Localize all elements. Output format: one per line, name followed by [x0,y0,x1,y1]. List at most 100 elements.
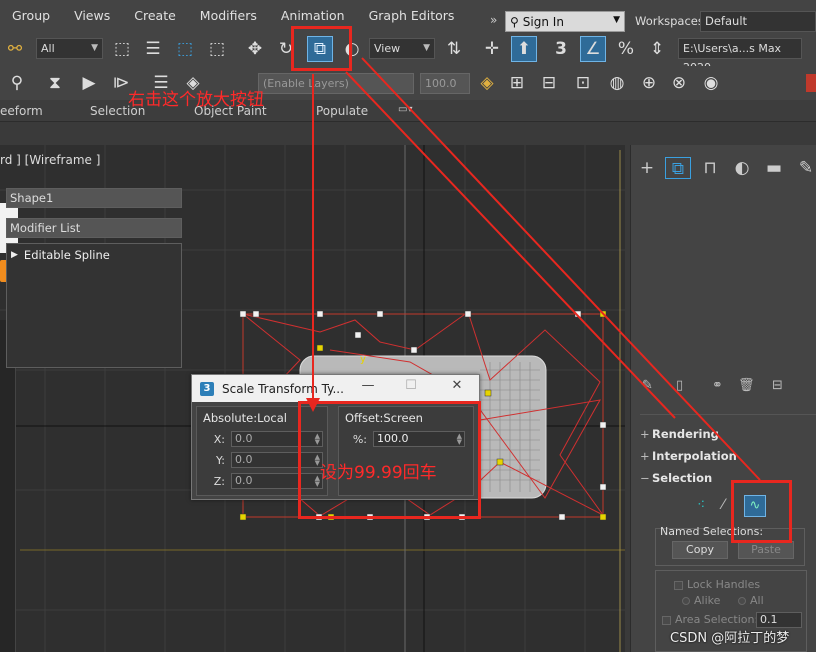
hierarchy-tab-icon[interactable]: ⊓ [697,157,723,179]
left-panel-strip [0,320,16,652]
lock-handles-checkbox[interactable] [674,580,683,590]
scene-explorer-icon[interactable]: ⚲ [4,70,30,96]
align-icon[interactable]: ▶ [76,70,102,96]
menu-graph-editors[interactable]: Graph Editors [357,0,467,32]
layer-value: 100.0 [425,77,457,90]
configure-sets-icon[interactable]: ⊟ [772,378,783,393]
workspaces-dropdown[interactable]: Default [700,11,816,32]
layer-dropdown[interactable]: (Enable Layers) [258,73,414,94]
place-icon[interactable]: ◐ [339,36,365,62]
area-selection-checkbox[interactable] [662,615,671,625]
select-by-name-icon[interactable]: ☰ [140,36,166,62]
object-name-field[interactable]: Shape1 [6,188,182,208]
modifier-stack: ▶ Editable Spline [6,243,182,368]
layer-props-icon[interactable]: ⊕ [636,70,662,96]
spinner-snap-icon[interactable]: ⇕ [644,36,670,62]
menu-group[interactable]: Group [0,0,62,32]
x-value: 0.0 [235,432,253,445]
select-manipulate-icon[interactable]: ✛ [479,36,505,62]
delete-layer-icon[interactable]: ⊟ [536,70,562,96]
vertex-mode-icon[interactable]: ⁖ [697,497,705,513]
close-button[interactable]: ✕ [446,378,468,393]
workspaces-label: Workspaces: [635,14,708,28]
window-crossing-icon[interactable]: ⬚ [204,36,230,62]
selection-filter-dropdown[interactable]: All ▼ [36,38,103,59]
x-spinner[interactable]: 0.0 ▲ ▼ [231,431,323,447]
viewport-label[interactable]: rd ] [Wireframe ] [0,153,100,167]
percent-value: 100.0 [377,432,409,445]
percent-spinner[interactable]: 100.0 ▲ ▼ [373,431,465,447]
reference-coordinate-value: View [374,42,401,55]
ribbon-options-icon[interactable]: ▭▾ [398,104,412,115]
rollout-interpolation[interactable]: + Interpolation [640,447,816,465]
spinner-arrows-icon[interactable]: ▲ ▼ [315,433,320,446]
snaps-toggle-icon[interactable]: 3 [548,36,574,62]
modify-tab-icon[interactable]: ⧉ [665,157,691,179]
motion-tab-icon[interactable]: ◐ [729,157,755,179]
percent-label: %: [352,432,367,446]
keyboard-shortcut-override-icon[interactable]: ⬆ [511,36,537,62]
bind-icon[interactable]: ⚯ [2,36,28,62]
ribbon-tab-populate[interactable]: Populate [316,104,368,118]
radio-icon [738,597,746,605]
maximize-button[interactable]: ☐ [400,378,422,393]
rollout-selection[interactable]: − Selection [640,469,816,487]
mirror-icon[interactable]: ⧗ [42,70,68,96]
secondary-toolbar: ⚲ ⧗ ▶ ⧐ ☰ ◈ (Enable Layers) 100.0 ◈ ⊞ ⊟ … [0,66,816,100]
z-label: Z: [213,474,225,488]
reference-coordinate-dropdown[interactable]: View ▼ [369,38,435,59]
rectangular-selection-icon[interactable]: ⬚ [172,36,198,62]
layer-value-field[interactable]: 100.0 [420,73,470,94]
rotate-icon[interactable]: ↻ [273,36,299,62]
hide-layer-icon[interactable]: ◉ [698,70,724,96]
angle-snap-icon[interactable]: ∠ [580,36,606,62]
select-layer-icon[interactable]: ◍ [604,70,630,96]
spline-mode-icon[interactable]: ∿ [744,495,766,517]
make-unique-icon[interactable]: ⚭ [712,378,723,393]
y-spinner[interactable]: 0.0 ▲ ▼ [231,452,323,468]
pin-stack-icon[interactable]: ✎ [642,378,653,393]
scale-icon[interactable]: ⧉ [307,36,333,62]
spinner-arrows-icon[interactable]: ▲ ▼ [457,433,462,446]
ribbon-tab-freeform[interactable]: eeform [0,104,43,118]
segment-mode-icon[interactable]: ⁄ [722,497,724,513]
menu-animation[interactable]: Animation [269,0,357,32]
create-tab-icon[interactable]: + [634,157,660,179]
copy-button[interactable]: Copy [672,541,728,559]
minimize-button[interactable]: — [357,378,379,393]
area-selection-spinner[interactable]: 0.1 [756,612,802,628]
all-radio[interactable]: All [738,594,764,607]
menu-create[interactable]: Create [122,0,188,32]
layers-icon[interactable]: ◈ [474,70,500,96]
area-selection-row[interactable]: Area Selection: [662,613,758,626]
create-layer-icon[interactable]: ⊞ [504,70,530,96]
select-object-icon[interactable]: ⬚ [109,36,135,62]
stack-item-label: Editable Spline [23,248,110,262]
sign-in-dropdown[interactable]: ⚲ Sign In ▼ [505,11,625,32]
alike-radio[interactable]: Alike [682,594,720,607]
z-spinner[interactable]: 0.0 ▲ ▼ [231,473,323,489]
percent-snap-icon[interactable]: % [613,36,639,62]
project-path-dropdown[interactable]: E:\Users\a...s Max 2020 [678,38,802,74]
show-end-result-icon[interactable]: ▯ [676,378,683,393]
freeze-layer-icon[interactable]: ⊗ [666,70,692,96]
dialog-title-bar[interactable]: 3 Scale Transform Ty... — ☐ ✕ [192,375,479,402]
rollout-rendering[interactable]: + Rendering [640,425,816,443]
menu-overflow-button[interactable]: » [490,13,497,27]
modifier-list-dropdown[interactable]: Modifier List [6,218,182,238]
stack-toolbar: ✎ ▯ ⚭ 🗑 ⊟ [640,378,816,396]
remove-modifier-icon[interactable]: 🗑 [738,378,755,393]
menu-modifiers[interactable]: Modifiers [188,0,269,32]
stack-item-editable-spline[interactable]: ▶ Editable Spline [11,247,179,263]
named-selections-label: Named Selections: [660,525,764,538]
menu-views[interactable]: Views [62,0,122,32]
lock-handles-row[interactable]: Lock Handles [674,578,760,591]
expand-arrow-icon[interactable]: ▶ [11,250,18,260]
paste-button[interactable]: Paste [738,541,794,559]
pivot-center-icon[interactable]: ⇅ [441,36,467,62]
utilities-tab-icon[interactable]: ✎ [793,157,816,179]
move-icon[interactable]: ✥ [242,36,268,62]
add-to-layer-icon[interactable]: ⊡ [570,70,596,96]
render-icon[interactable] [806,74,816,92]
display-tab-icon[interactable]: ▬ [761,157,787,179]
